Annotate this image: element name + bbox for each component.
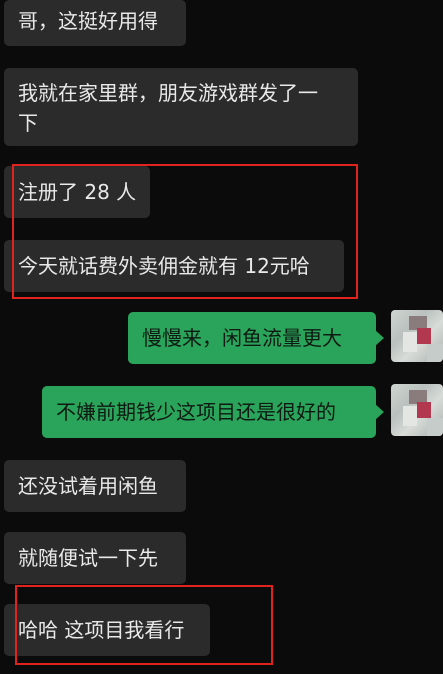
avatar-pixel [403,406,417,426]
incoming-message[interactable]: 还没试着用闲鱼 [4,460,186,512]
blurred-avatar-icon[interactable] [391,310,443,362]
avatar-pixel [427,344,443,362]
message-text: 就随便试一下先 [18,546,158,570]
avatar-pixel [427,418,443,436]
highlight-box [12,164,358,299]
message-text: 哥，这挺好用得 [18,9,158,33]
blurred-avatar-icon[interactable] [391,384,443,436]
highlight-box [15,585,273,665]
avatar-pixel [403,332,417,352]
avatar-pixel [417,328,431,344]
message-text: 慢慢来，闲鱼流量更大 [142,326,342,350]
outgoing-message[interactable]: 不嫌前期钱少这项目还是很好的 [42,386,384,438]
outgoing-message[interactable]: 慢慢来，闲鱼流量更大 [128,312,384,364]
message-text: 不嫌前期钱少这项目还是很好的 [56,400,336,424]
message-text: 还没试着用闲鱼 [18,474,158,498]
incoming-message[interactable]: 就随便试一下先 [4,532,186,584]
avatar-pixel [417,402,431,418]
message-text-line-2: 下 [18,111,38,135]
incoming-message[interactable]: 哥，这挺好用得 [4,0,186,46]
incoming-message[interactable]: 我就在家里群，朋友游戏群发了一 下 [4,68,358,146]
message-text-line-1: 我就在家里群，朋友游戏群发了一 [18,81,318,105]
